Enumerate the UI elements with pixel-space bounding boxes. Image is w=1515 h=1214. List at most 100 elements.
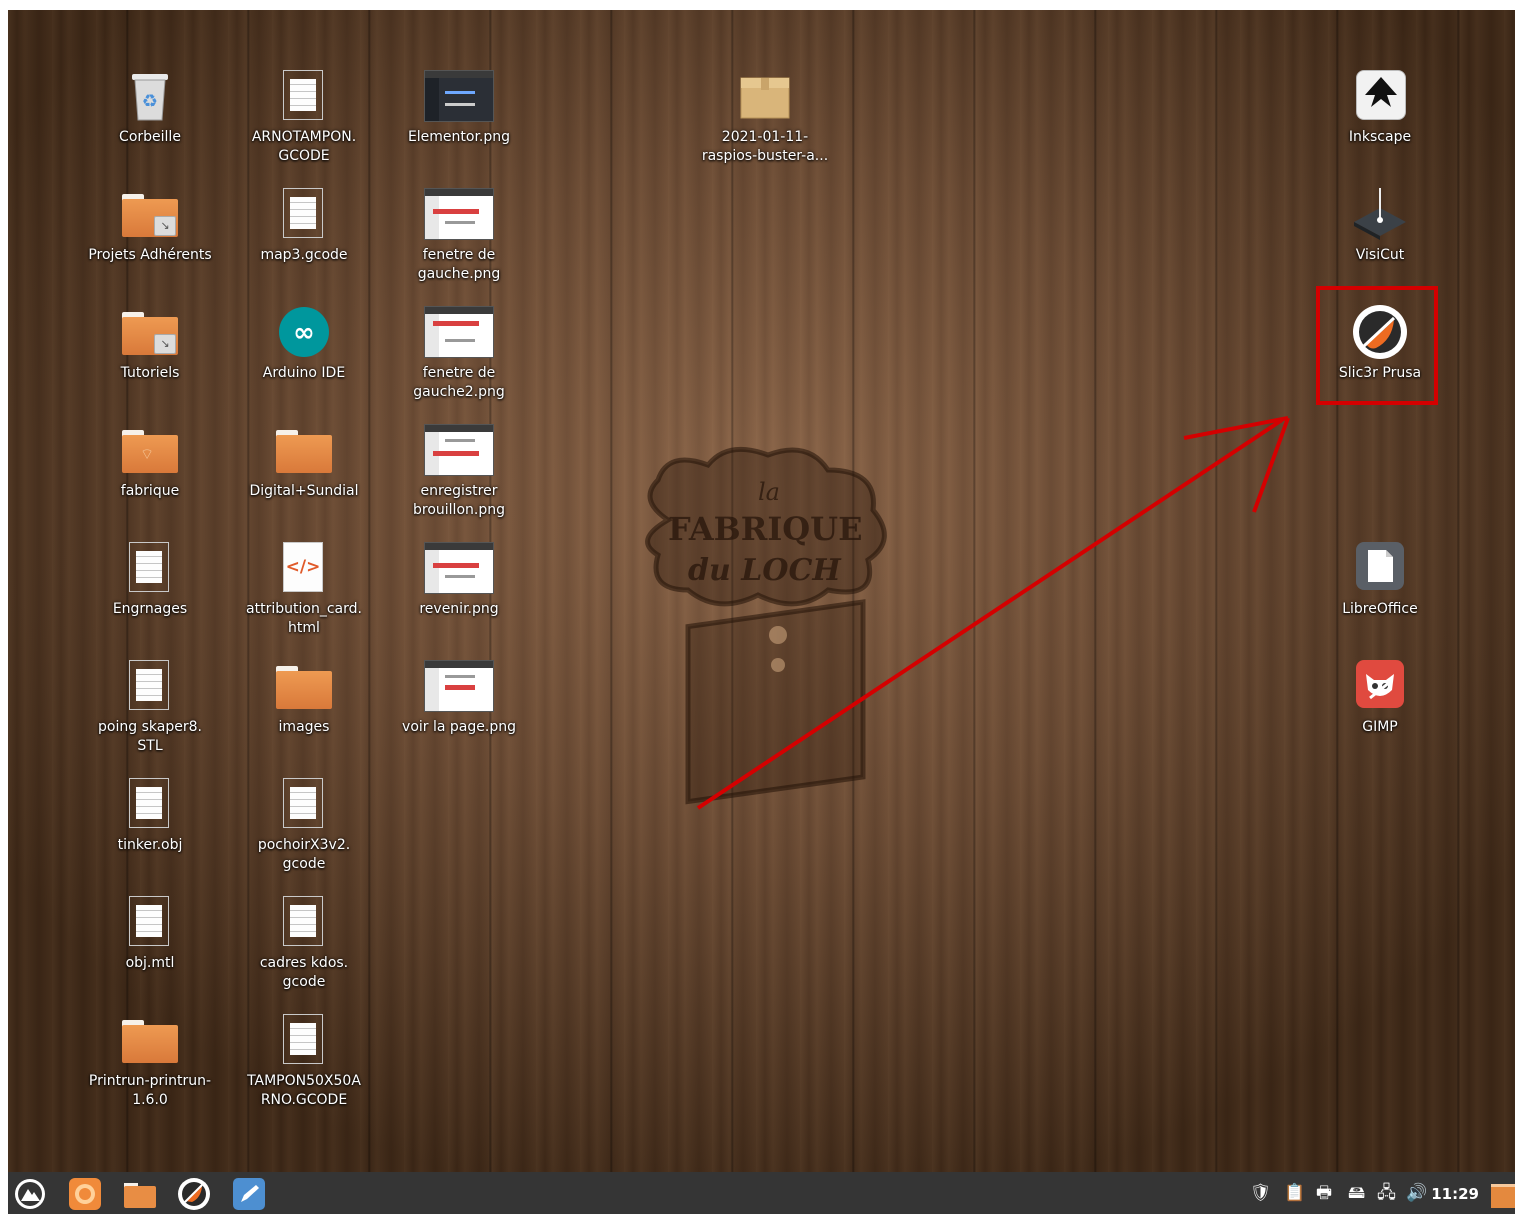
icon-label: cadres kdos. gcode [259,955,349,990]
slic3r-icon[interactable] [177,1177,211,1211]
folder-icon [122,1020,178,1063]
document-icon [129,660,169,710]
inkscape-icon [1356,70,1406,120]
icon-label: map3.gcode [260,247,348,263]
desktop-icon-tinker[interactable]: tinker.obj [85,776,215,855]
icon-label: 2021-01-11- raspios-buster-a... [701,129,829,164]
icon-label: revenir.png [419,601,499,617]
icon-label: enregistrer brouillon.png [413,483,505,518]
desktop-icon-tampon50[interactable]: TAMPON50X50A RNO.GCODE [239,1012,369,1110]
image-thumbnail-icon [424,306,494,358]
file-manager-icon[interactable] [123,1177,157,1211]
desktop-icon-images[interactable]: images [239,658,369,737]
desktop-icon-arduino[interactable]: ∞ Arduino IDE [239,304,369,383]
document-icon [129,778,169,828]
svg-text:∞: ∞ [293,318,315,348]
icon-label: fenetre de gauche2.png [413,365,505,400]
firefox-icon[interactable] [68,1177,102,1211]
image-thumbnail-icon [424,660,494,712]
text-editor-icon[interactable] [232,1177,266,1211]
taskbar: 🛡 📋 🖶 🖴 🖧 🔊 11:29 [8,1172,1515,1214]
desktop-icon-fenetre-gauche[interactable]: fenetre de gauche.png [394,186,524,284]
icon-label: fenetre de gauche.png [417,247,501,282]
icon-label: pochoirX3v2. gcode [257,837,351,872]
show-desktop-button[interactable] [1491,1184,1515,1208]
document-icon [283,1014,323,1064]
desktop-icon-engrnages[interactable]: Engrnages [85,540,215,619]
clock[interactable]: 11:29 [1431,1185,1479,1203]
desktop-icon-raspios[interactable]: 2021-01-11- raspios-buster-a... [700,68,830,166]
libreoffice-icon [1356,542,1404,590]
folder-icon: ↘ [122,194,178,237]
desktop-icon-fenetre-gauche2[interactable]: fenetre de gauche2.png [394,304,524,402]
volume-icon[interactable]: 🔊 [1406,1184,1427,1202]
icon-label: poing skaper8. STL [98,719,202,754]
highlight-box [1316,286,1438,405]
desktop-icon-cadres[interactable]: cadres kdos. gcode [239,894,369,992]
icon-label: LibreOffice [1342,601,1418,617]
icon-label: tinker.obj [117,837,183,853]
menu-logo-icon[interactable] [13,1177,47,1211]
icon-label: Inkscape [1348,129,1412,145]
image-thumbnail-icon [424,542,494,594]
wallpaper-logo: la FABRIQUE du LOCH [645,446,887,805]
logo-text-fabrique: FABRIQUE [668,510,862,548]
icon-label: Arduino IDE [262,365,346,381]
icon-label: attribution_card. html [246,601,362,636]
document-icon [283,778,323,828]
arduino-icon: ∞ [279,307,329,357]
printer-icon[interactable]: 🖶 [1316,1184,1332,1202]
desktop[interactable]: la FABRIQUE du LOCH ♻ Corbeille ↘ Projet… [8,10,1515,1172]
icon-label: Projets Adhérents [88,247,212,263]
desktop-icon-attribution[interactable]: </> attribution_card. html [239,540,369,638]
desktop-icon-tutoriels[interactable]: ↘ Tutoriels [85,304,215,383]
document-icon [129,542,169,592]
image-thumbnail-icon [424,188,494,240]
desktop-icon-visicut[interactable]: VisiCut [1315,186,1445,265]
desktop-icon-poing[interactable]: poing skaper8. STL [85,658,215,756]
desktop-icon-gimp[interactable]: GIMP [1315,658,1445,737]
logo-text-loch: du LOCH [688,553,842,588]
visicut-icon [1354,188,1406,240]
icon-label: Digital+Sundial [249,483,359,499]
desktop-icon-fabrique[interactable]: ⌔ fabrique [85,422,215,501]
desktop-icon-voir-la-page[interactable]: voir la page.png [394,658,524,737]
desktop-icon-digital-sundial[interactable]: Digital+Sundial [239,422,369,501]
html-file-icon: </> [283,542,323,592]
icon-label: Tutoriels [120,365,180,381]
disk-icon[interactable]: 🖴 [1348,1184,1365,1202]
desktop-icon-arnotampon[interactable]: ARNOTAMPON. GCODE [239,68,369,166]
document-icon [283,188,323,238]
network-icon[interactable]: 🖧 [1377,1184,1396,1202]
desktop-icon-projets-adherents[interactable]: ↘ Projets Adhérents [85,186,215,265]
desktop-icon-libreoffice[interactable]: LibreOffice [1315,540,1445,619]
package-icon [740,77,790,119]
desktop-icon-revenir[interactable]: revenir.png [394,540,524,619]
folder-icon [276,666,332,709]
icon-label: Printrun-printrun- 1.6.0 [88,1073,212,1108]
clipboard-icon[interactable]: 📋 [1284,1184,1305,1202]
svg-text:♻: ♻ [142,91,158,112]
icon-label: fabrique [120,483,180,499]
folder-icon: ↘ [122,312,178,355]
icon-label: ARNOTAMPON. GCODE [251,129,357,164]
icon-label: voir la page.png [402,719,516,735]
document-icon [129,896,169,946]
trash-icon: ♻ [132,74,168,121]
desktop-icon-printrun[interactable]: Printrun-printrun- 1.6.0 [85,1012,215,1110]
desktop-icon-elementor[interactable]: Elementor.png [394,68,524,147]
gimp-icon [1356,660,1404,708]
network-folder-icon: ⌔ [122,430,178,473]
image-thumbnail-icon [424,70,494,122]
desktop-icon-map3[interactable]: map3.gcode [239,186,369,265]
desktop-icon-inkscape[interactable]: Inkscape [1315,68,1445,147]
desktop-icon-pochoir[interactable]: pochoirX3v2. gcode [239,776,369,874]
shield-icon[interactable]: 🛡 [1250,1184,1272,1202]
folder-icon [276,430,332,473]
icon-label: Corbeille [119,129,181,145]
desktop-icon-enregistrer[interactable]: enregistrer brouillon.png [394,422,524,520]
image-thumbnail-icon [424,424,494,476]
desktop-icon-obj-mtl[interactable]: obj.mtl [85,894,215,973]
icon-label: images [278,719,330,735]
desktop-icon-corbeille[interactable]: ♻ Corbeille [85,68,215,147]
